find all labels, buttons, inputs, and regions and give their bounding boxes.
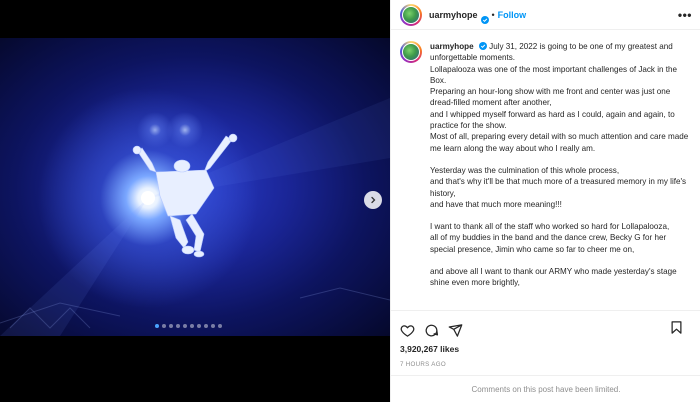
carousel-dot[interactable] — [211, 324, 215, 328]
avatar[interactable] — [400, 3, 422, 26]
caption-area: uarmyhope July 31, 2022 is going to be o… — [391, 31, 700, 309]
carousel-dot[interactable] — [190, 324, 194, 328]
carousel-dot[interactable] — [218, 324, 222, 328]
post-photo — [0, 38, 390, 336]
caption-line: and that's why it'll be that much more o… — [430, 177, 687, 198]
next-slide-button[interactable] — [364, 191, 382, 209]
caption-line: Preparing an hour-long show with me fron… — [430, 87, 671, 108]
share-icon[interactable] — [448, 323, 463, 338]
caption-username[interactable]: uarmyhope — [430, 42, 474, 51]
chevron-right-icon — [369, 191, 377, 209]
action-bar — [391, 310, 700, 340]
media-panel — [0, 0, 390, 402]
verified-badge-icon — [478, 42, 487, 50]
caption-line: Lollapalooza was one of the most importa… — [430, 64, 678, 85]
username-link[interactable]: uarmyhope — [429, 10, 478, 20]
carousel-dot[interactable] — [183, 324, 187, 328]
carousel-dot[interactable] — [162, 324, 166, 328]
post-header: uarmyhope • Follow ••• — [391, 0, 700, 30]
carousel-dot[interactable] — [204, 324, 208, 328]
post-timestamp[interactable]: 7 HOURS AGO — [400, 361, 446, 368]
comment-icon[interactable] — [424, 323, 439, 338]
performer-silhouette — [0, 98, 390, 336]
caption-first-line: uarmyhope July 31, 2022 is going to be o… — [430, 41, 691, 64]
carousel-dot[interactable] — [176, 324, 180, 328]
caption-avatar[interactable] — [400, 41, 422, 63]
caption-line: all of my buddies in the band and the da… — [430, 233, 667, 254]
comments-limited-notice: Comments on this post have been limited. — [391, 375, 700, 402]
caption-text: uarmyhope July 31, 2022 is going to be o… — [430, 41, 691, 309]
heart-icon[interactable] — [400, 323, 415, 338]
caption-line: and have that much more meaning!!! — [430, 199, 562, 209]
caption-line: Most of all, preparing every detail with… — [430, 132, 689, 153]
bookmark-icon[interactable] — [669, 320, 684, 335]
caption-line: and I whipped myself forward as hard as … — [430, 109, 675, 131]
carousel-dot[interactable] — [169, 324, 173, 328]
carousel-indicator — [155, 324, 222, 328]
instagram-post-modal: uarmyhope • Follow ••• uarmyhope July 31… — [0, 0, 700, 402]
post-details-panel: uarmyhope • Follow ••• uarmyhope July 31… — [390, 0, 700, 402]
caption-line: and above all I want to thank our ARMY w… — [430, 267, 677, 288]
more-options-icon[interactable]: ••• — [678, 8, 692, 22]
follow-button[interactable]: Follow — [498, 10, 527, 20]
carousel-dot[interactable] — [197, 324, 201, 328]
separator-dot: • — [491, 9, 495, 20]
carousel-dot[interactable] — [155, 324, 159, 328]
likes-count[interactable]: 3,920,267 likes — [400, 344, 459, 354]
verified-badge-icon — [480, 11, 489, 24]
caption-line: I want to thank all of the staff who wor… — [430, 222, 670, 232]
caption-line: Yesterday was the culmination of this wh… — [430, 165, 620, 175]
